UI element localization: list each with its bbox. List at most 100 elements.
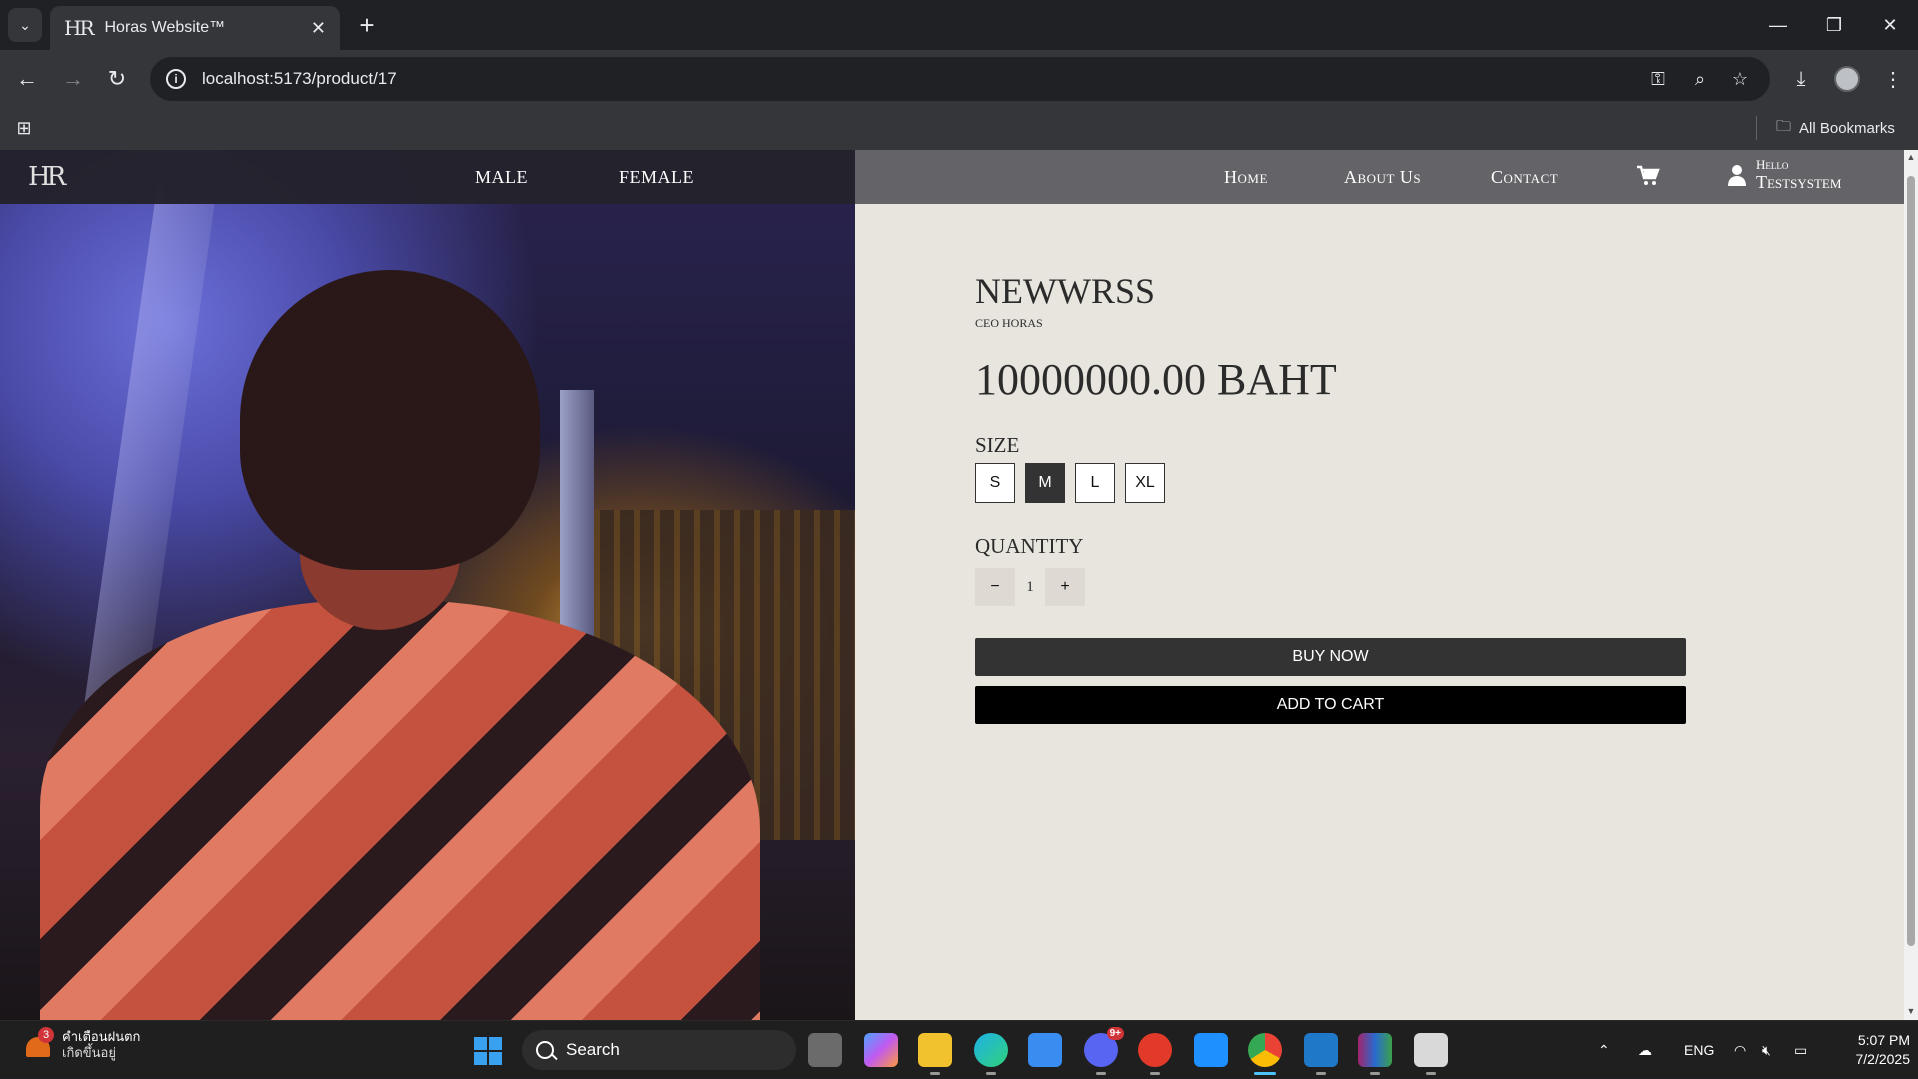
product-brand: CEO HORAS (975, 316, 1043, 330)
tray-overflow-icon[interactable]: ⌃ (1598, 1021, 1610, 1079)
winrar-icon[interactable] (1358, 1033, 1392, 1075)
user-icon (1728, 165, 1746, 186)
store-icon[interactable] (1028, 1033, 1062, 1067)
address-bar[interactable]: i localhost:5173/product/17 ⚿ ⌕ ☆ (150, 57, 1770, 101)
page-viewport: HR MALE FEMALE Home About Us Contact Hel… (0, 150, 1904, 1020)
nav-about-us[interactable]: About Us (1344, 150, 1421, 204)
nav-home[interactable]: Home (1224, 150, 1268, 204)
taskbar-search[interactable]: Search (522, 1030, 796, 1070)
vscode-icon[interactable] (1304, 1033, 1338, 1075)
weather-line-1: คำเตือนฝนตก (62, 1029, 141, 1044)
download-icon[interactable]: ⤓ (1784, 62, 1818, 96)
edge-icon[interactable] (974, 1033, 1008, 1075)
system-clock[interactable]: 5:07 PM 7/2/2025 (1826, 1031, 1911, 1069)
site-logo[interactable]: HR (28, 162, 66, 192)
user-text: Hello Testsystem (1756, 157, 1842, 193)
weather-widget[interactable]: 3 คำเตือนฝนตก เกิดขึ้นอยู่ (22, 1027, 140, 1061)
weather-icon: 3 (22, 1027, 54, 1061)
reload-button[interactable]: ↻ (100, 62, 134, 96)
size-option-l[interactable]: L (1075, 463, 1115, 503)
battery-icon[interactable]: ▭ (1794, 1021, 1807, 1079)
all-bookmarks-button[interactable]: 🗀 All Bookmarks (1776, 114, 1895, 142)
clock-date: 7/2/2025 (1855, 1051, 1911, 1067)
task-view-icon[interactable] (808, 1033, 842, 1067)
input-language[interactable]: ENG (1684, 1021, 1714, 1079)
minimize-button[interactable]: — (1750, 0, 1806, 50)
scroll-down-arrow-icon[interactable]: ▼ (1906, 1006, 1916, 1016)
snipping-tool-icon[interactable] (1414, 1033, 1448, 1075)
zoom-icon[interactable]: ⌕ (1688, 67, 1712, 91)
quantity-value: 1 (1026, 578, 1034, 595)
scroll-up-arrow-icon[interactable]: ▲ (1906, 152, 1916, 162)
site-info-icon[interactable]: i (166, 69, 186, 89)
chrome-icon[interactable] (1248, 1033, 1282, 1075)
product-price: 10000000.00 BAHT (975, 355, 1337, 404)
browser-toolbar: ← → ↻ i localhost:5173/product/17 ⚿ ⌕ ☆ … (0, 50, 1918, 108)
quantity-stepper: − 1 + (975, 568, 1085, 606)
restore-button[interactable]: ❐ (1806, 0, 1862, 50)
nav-male[interactable]: MALE (475, 150, 528, 204)
quantity-increase-button[interactable]: + (1045, 568, 1085, 606)
add-to-cart-button[interactable]: ADD TO CART (975, 686, 1686, 724)
copilot-icon[interactable] (864, 1033, 898, 1067)
nav-female[interactable]: FEMALE (619, 150, 694, 204)
search-label: Search (566, 1040, 620, 1059)
product-name: NEWWRSS (975, 271, 1155, 311)
tab-favicon: HR (64, 16, 94, 40)
scrollbar-thumb[interactable] (1907, 176, 1915, 946)
discord-badge: 9+ (1106, 1027, 1124, 1040)
weather-badge: 3 (38, 1027, 54, 1043)
weather-line-2: เกิดขึ้นอยู่ (62, 1045, 116, 1060)
close-window-button[interactable]: ✕ (1862, 0, 1918, 50)
search-icon (536, 1041, 554, 1059)
quantity-label: QUANTITY (975, 534, 1084, 558)
page-scrollbar[interactable]: ▲ ▼ (1904, 150, 1918, 1020)
tab-close-icon[interactable]: ✕ (311, 18, 326, 39)
wifi-icon[interactable]: ◠ (1734, 1021, 1746, 1079)
start-button[interactable] (474, 1037, 502, 1065)
bookmark-star-icon[interactable]: ☆ (1728, 67, 1752, 91)
url-text: localhost:5173/product/17 (202, 69, 397, 88)
product-image (0, 150, 855, 1020)
size-label: SIZE (975, 433, 1020, 457)
size-selector: S M L XL (975, 463, 1165, 503)
buy-now-button[interactable]: BUY NOW (975, 638, 1686, 676)
weather-text: คำเตือนฝนตก เกิดขึ้นอยู่ (62, 1029, 140, 1061)
photos-icon[interactable] (1194, 1033, 1228, 1067)
bookmarks-bar: ⊞ 🗀 All Bookmarks (0, 108, 1918, 150)
apps-grid-icon[interactable]: ⊞ (12, 116, 36, 140)
clock-time: 5:07 PM (1857, 1032, 1910, 1048)
discord-icon[interactable]: 9+ (1084, 1027, 1124, 1075)
size-option-m[interactable]: M (1025, 463, 1065, 503)
user-greeting: Hello (1756, 157, 1789, 172)
tab-title: Horas Website™ (104, 19, 226, 36)
user-name: Testsystem (1756, 172, 1842, 192)
quantity-decrease-button[interactable]: − (975, 568, 1015, 606)
ea-app-icon[interactable] (1138, 1033, 1172, 1075)
browser-tab[interactable]: HR Horas Website™ ✕ (50, 6, 340, 50)
password-key-icon[interactable]: ⚿ (1646, 67, 1670, 91)
all-bookmarks-label: All Bookmarks (1799, 119, 1895, 137)
back-button[interactable]: ← (10, 62, 44, 96)
user-account-menu[interactable]: Hello Testsystem (1728, 158, 1841, 192)
navbar-left-overlay (0, 150, 855, 204)
onedrive-icon[interactable]: ☁ (1638, 1021, 1652, 1079)
site-navbar: HR MALE FEMALE Home About Us Contact Hel… (0, 150, 1904, 204)
browser-chrome: ⌄ HR Horas Website™ ✕ + — ❐ ✕ ← → ↻ i lo… (0, 0, 1918, 150)
size-option-s[interactable]: S (975, 463, 1015, 503)
file-explorer-icon[interactable] (918, 1033, 952, 1075)
volume-muted-icon[interactable]: 🔇︎ (1762, 1021, 1771, 1079)
forward-button[interactable]: → (56, 62, 90, 96)
windows-taskbar: 3 คำเตือนฝนตก เกิดขึ้นอยู่ Search 9+ ⌃ ☁… (0, 1020, 1918, 1078)
cart-icon[interactable] (1636, 165, 1660, 187)
tab-search-button[interactable]: ⌄ (8, 8, 42, 42)
bookmarks-divider (1756, 116, 1757, 140)
new-tab-button[interactable]: + (352, 10, 382, 40)
image-person-hair (240, 270, 540, 570)
profile-avatar[interactable] (1830, 62, 1864, 96)
size-option-xl[interactable]: XL (1125, 463, 1165, 503)
folder-icon: 🗀 (1776, 117, 1792, 135)
nav-contact[interactable]: Contact (1491, 150, 1558, 204)
tab-strip: ⌄ HR Horas Website™ ✕ + — ❐ ✕ (0, 0, 1918, 50)
browser-menu-icon[interactable]: ⋮ (1876, 62, 1910, 96)
